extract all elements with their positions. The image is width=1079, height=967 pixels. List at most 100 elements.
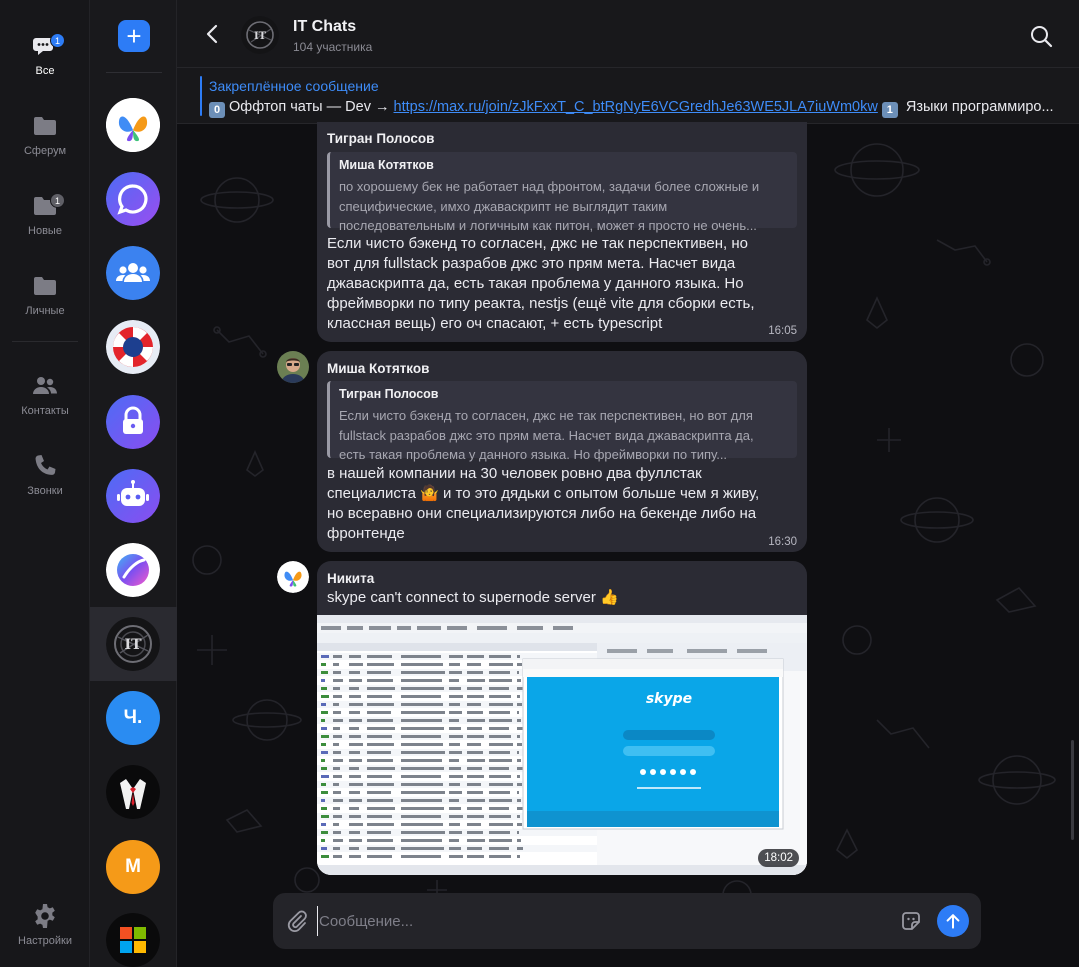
screenshot-row-cell	[401, 815, 441, 818]
screenshot-row-cell	[467, 799, 485, 802]
lock-icon	[106, 395, 160, 449]
chat-avatar-messenger[interactable]	[106, 172, 160, 226]
screenshot-row-cell	[367, 767, 395, 770]
screenshot-row-cell	[349, 679, 362, 682]
screenshot-row-cell	[333, 783, 339, 786]
screenshot-row-cell	[349, 727, 359, 730]
message-sender[interactable]: Тигран Полосов	[327, 131, 434, 146]
screenshot-row-cell	[333, 695, 342, 698]
nav-item-new[interactable]: 1 Новые	[0, 180, 90, 250]
message-bubble[interactable]: Никита skype can't connect to supernode …	[317, 561, 807, 875]
screenshot-row-cell	[349, 687, 359, 690]
chat-avatar-group[interactable]	[106, 246, 160, 300]
screenshot-row-cell	[333, 711, 341, 714]
pinned-accent-bar	[200, 76, 202, 116]
screenshot-row-cell	[467, 703, 481, 706]
screenshot-row-cell	[349, 703, 363, 706]
screenshot-row-cell	[349, 815, 361, 818]
message-sender[interactable]: Никита	[327, 571, 374, 586]
screenshot-row-cell	[467, 743, 481, 746]
chat-title[interactable]: IT Chats	[293, 18, 356, 36]
screenshot-row-cell	[367, 735, 392, 738]
nav-item-all[interactable]: 1 Все	[0, 20, 90, 90]
pinned-link[interactable]: https://max.ru/join/zJkFxxT_C_btRgNyE6VC…	[394, 99, 878, 115]
paperclip-icon[interactable]	[285, 909, 309, 933]
chat-avatar-windows[interactable]	[106, 913, 160, 967]
reply-quote[interactable]: Миша Котятков по хорошему бек не работае…	[327, 152, 797, 233]
search-icon[interactable]	[1029, 24, 1053, 48]
screenshot-row-cell	[349, 839, 362, 842]
chat-avatar-lifebuoy[interactable]	[106, 320, 160, 374]
screenshot-row-cell	[333, 855, 342, 858]
screenshot-row-cell	[489, 711, 510, 714]
reply-quote[interactable]: Тигран Полосов Если чисто бэкенд то согл…	[327, 381, 797, 462]
new-chat-button[interactable]: +	[118, 20, 150, 52]
nav-item-personal[interactable]: Личные	[0, 260, 90, 330]
screenshot-row-cell	[467, 831, 483, 834]
screenshot-row-cell	[349, 783, 363, 786]
screenshot-row-cell	[517, 671, 519, 674]
screenshot-row-cell	[449, 759, 459, 762]
screenshot-row-cell	[321, 815, 329, 818]
screenshot-row-cell	[449, 783, 460, 786]
screenshot-row-cell	[449, 663, 460, 666]
sticker-icon[interactable]	[899, 909, 923, 933]
sender-avatar[interactable]	[277, 561, 309, 593]
screenshot-row-cell	[349, 799, 362, 802]
it-chats-logo-icon: IT	[241, 16, 279, 54]
screenshot-row-cell	[321, 783, 326, 786]
chat-header: IT IT Chats 104 участника	[177, 0, 1079, 68]
chat-scrollbar[interactable]	[1071, 740, 1074, 840]
sender-avatar[interactable]	[277, 351, 309, 383]
message-input[interactable]	[317, 906, 887, 936]
pinned-message[interactable]: Закреплённое сообщение 0 Оффтоп чаты — De…	[177, 68, 1079, 124]
reply-sender: Тигран Полосов	[339, 387, 439, 401]
app-window: 1 Все Сферум 1 Новые Личные Контакты Зво…	[0, 0, 1079, 967]
chat-avatar-butterfly[interactable]	[106, 98, 160, 152]
screenshot-row-cell	[517, 743, 522, 746]
screenshot-row-cell	[333, 759, 343, 762]
chat-avatar-it-chats[interactable]: IT	[106, 617, 160, 671]
message-sender[interactable]: Миша Котятков	[327, 361, 429, 376]
chat-avatar-robot[interactable]	[106, 469, 160, 523]
screenshot-row-cell	[489, 751, 510, 754]
screenshot-row-cell	[489, 655, 511, 658]
screenshot-row-cell	[349, 831, 360, 834]
message-bubble[interactable]: Миша Котятков Тигран Полосов Если чисто …	[317, 351, 807, 552]
screenshot-row-cell	[517, 663, 522, 666]
reply-sender: Миша Котятков	[339, 158, 434, 172]
screenshot-row-cell	[401, 855, 441, 858]
screenshot-row-cell	[401, 823, 443, 826]
chat-avatar-m[interactable]: M	[106, 840, 160, 894]
screenshot-row-cell	[401, 751, 445, 754]
chat-avatar-tuxedo[interactable]	[106, 765, 160, 819]
message-bubble[interactable]: Тигран Полосов Миша Котятков по хорошему…	[317, 122, 807, 342]
nav-item-settings[interactable]: Настройки	[0, 890, 90, 960]
screenshot-row-cell	[517, 791, 519, 794]
nav-item-spheres[interactable]: Сферум	[0, 100, 90, 170]
screenshot-row-cell	[489, 791, 510, 794]
screenshot-row-cell	[517, 751, 519, 754]
back-arrow-icon[interactable]	[201, 22, 225, 46]
chat-avatar-lock[interactable]	[106, 395, 160, 449]
screenshot-row-cell	[367, 807, 395, 810]
screenshot-row-cell	[449, 687, 461, 690]
nav-item-calls[interactable]: Звонки	[0, 440, 90, 510]
nav-item-contacts[interactable]: Контакты	[0, 360, 90, 430]
screenshot-row-cell	[349, 695, 361, 698]
chat-header-avatar[interactable]: IT	[241, 16, 279, 54]
chat-avatar-ring[interactable]	[106, 543, 160, 597]
screenshot-row-cell	[517, 727, 523, 730]
chat-avatar-ch[interactable]: Ч.	[106, 691, 160, 745]
screenshot-row-cell	[489, 815, 511, 818]
avatar-letter: M	[125, 856, 141, 877]
pinned-title: Закреплённое сообщение	[209, 78, 379, 94]
send-button[interactable]	[937, 905, 969, 937]
screenshot-row-cell	[333, 655, 342, 658]
nav-label-new: Новые	[28, 225, 62, 237]
screenshot-row-cell	[321, 695, 329, 698]
attached-screenshot[interactable]: skype 18:02	[317, 615, 807, 875]
screenshot-row-cell	[367, 855, 392, 858]
screenshot-row-cell	[333, 775, 342, 778]
screenshot-row-cell	[489, 759, 512, 762]
